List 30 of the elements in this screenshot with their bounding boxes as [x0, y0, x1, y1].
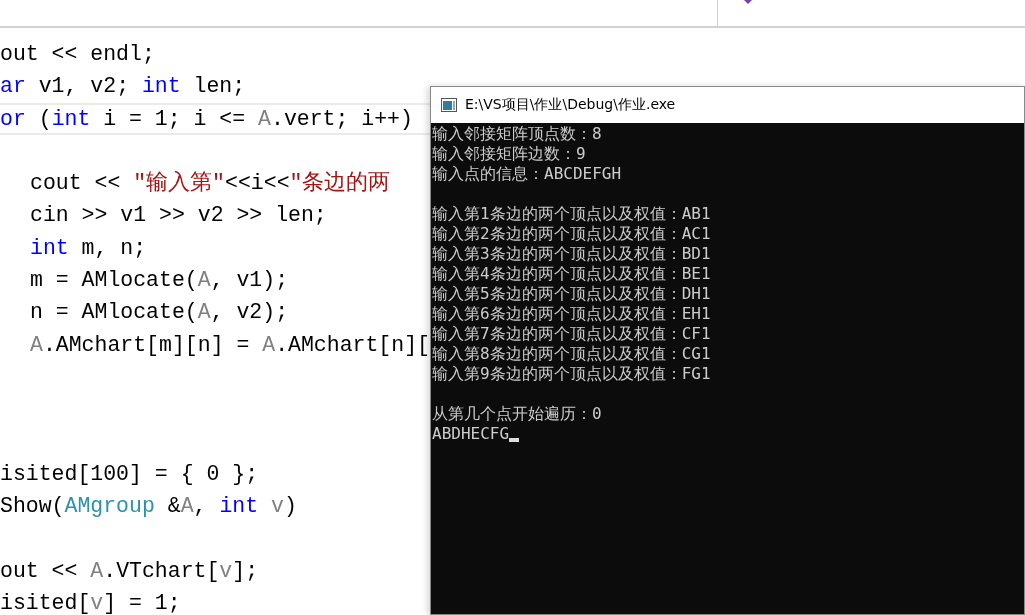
code-line: isited[100] = { 0 };: [0, 460, 259, 488]
code-line: cout << "输入第"<<i<<"条边的两: [30, 170, 391, 198]
code-line: n = AMlocate(A, v2);: [30, 299, 289, 327]
console-output-line: 输入第1条边的两个顶点以及权值：AB1: [432, 204, 711, 224]
code-line: out << A.VTchart[v];: [0, 557, 259, 585]
code-line: m = AMlocate(A, v1);: [30, 267, 289, 295]
console-output-line: 输入第7条边的两个顶点以及权值：CF1: [432, 324, 711, 344]
window-title: E:\VS项目\作业\Debug\作业.exe: [465, 96, 676, 114]
method-icon: [744, 0, 752, 4]
code-line: isited[v] = 1;: [0, 590, 181, 615]
console-output-line: ABDHECFG: [432, 424, 510, 444]
console-output-line: 输入邻接矩阵边数：9: [432, 144, 586, 164]
console-output-line: 输入第4条边的两个顶点以及权值：BE1: [432, 264, 711, 284]
console-output-line: 输入点的信息：ABCDEFGH: [432, 164, 622, 184]
console-app-icon: [441, 98, 457, 112]
console-output-line: 输入邻接矩阵顶点数：8: [432, 124, 602, 144]
console-output-line: 输入第3条边的两个顶点以及权值：BD1: [432, 244, 711, 264]
code-line: ar v1, v2; int len;: [0, 73, 246, 101]
console-output-line: 输入第2条边的两个顶点以及权值：AC1: [432, 224, 711, 244]
code-line: or (int i = 1; i <= A.vert; i++): [0, 105, 413, 133]
code-line: int m, n;: [30, 234, 147, 262]
console-output-line: 输入第8条边的两个顶点以及权值：CG1: [432, 344, 711, 364]
code-line: Show(AMgroup &A, int v): [0, 493, 297, 521]
code-line: out << endl;: [0, 41, 155, 68]
code-line: cin >> v1 >> v2 >> len;: [30, 202, 327, 230]
console-output-line: 输入第9条边的两个顶点以及权值：FG1: [432, 364, 711, 384]
console-output-line: 从第几个点开始遍历：0: [432, 404, 602, 424]
code-line: A.AMchart[m][n] = A.AMchart[n][: [30, 331, 430, 359]
console-output-line: 输入第6条边的两个顶点以及权值：EH1: [432, 304, 711, 324]
console-output-line: 输入第5条边的两个顶点以及权值：DH1: [432, 284, 711, 304]
